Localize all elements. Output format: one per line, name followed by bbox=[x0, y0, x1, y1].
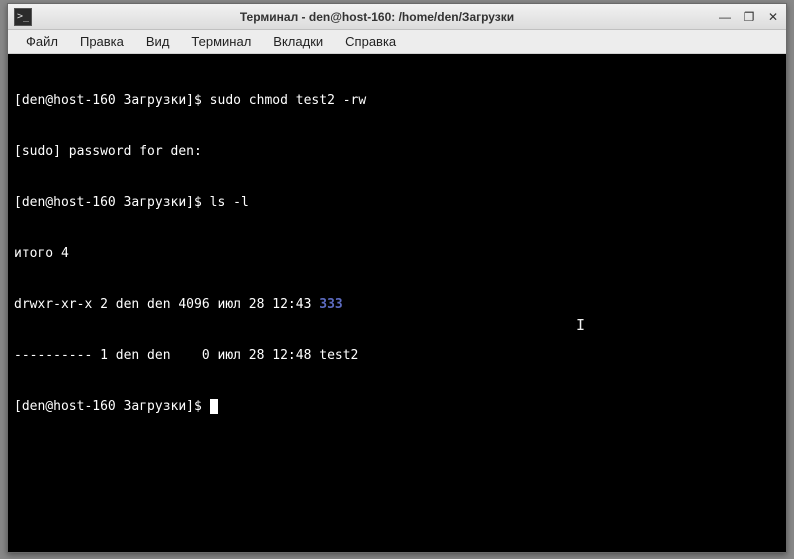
titlebar[interactable]: >_ Терминал - den@host-160: /home/den/За… bbox=[8, 4, 786, 30]
terminal-line: drwxr-xr-x 2 den den 4096 июл 28 12:43 3… bbox=[14, 296, 780, 313]
window-controls: — ❐ ✕ bbox=[718, 10, 780, 24]
menu-terminal[interactable]: Терминал bbox=[181, 32, 261, 51]
terminal-line: итого 4 bbox=[14, 245, 780, 262]
prompt: [den@host-160 Загрузки]$ bbox=[14, 399, 210, 414]
directory-link: 333 bbox=[319, 297, 342, 312]
output-text: drwxr-xr-x 2 den den 4096 июл 28 12:43 bbox=[14, 297, 319, 312]
terminal-icon-glyph: >_ bbox=[17, 12, 29, 22]
terminal-line: [den@host-160 Загрузки]$ bbox=[14, 398, 780, 415]
terminal-area[interactable]: [den@host-160 Загрузки]$ sudo chmod test… bbox=[8, 54, 786, 552]
terminal-window: >_ Терминал - den@host-160: /home/den/За… bbox=[7, 3, 787, 553]
output-text: итого 4 bbox=[14, 246, 69, 261]
command-text: ls -l bbox=[210, 195, 249, 210]
command-text: sudo chmod test2 -rw bbox=[210, 93, 367, 108]
menu-help[interactable]: Справка bbox=[335, 32, 406, 51]
terminal-line: [sudo] password for den: bbox=[14, 143, 780, 160]
terminal-line: ---------- 1 den den 0 июл 28 12:48 test… bbox=[14, 347, 780, 364]
menu-tabs[interactable]: Вкладки bbox=[263, 32, 333, 51]
menubar: Файл Правка Вид Терминал Вкладки Справка bbox=[8, 30, 786, 54]
terminal-line: [den@host-160 Загрузки]$ sudo chmod test… bbox=[14, 92, 780, 109]
output-text: [sudo] password for den: bbox=[14, 144, 210, 159]
menu-view[interactable]: Вид bbox=[136, 32, 180, 51]
window-title: Терминал - den@host-160: /home/den/Загру… bbox=[36, 10, 718, 24]
prompt: [den@host-160 Загрузки]$ bbox=[14, 93, 210, 108]
terminal-cursor bbox=[210, 399, 218, 414]
terminal-line: [den@host-160 Загрузки]$ ls -l bbox=[14, 194, 780, 211]
menu-file[interactable]: Файл bbox=[16, 32, 68, 51]
menu-edit[interactable]: Правка bbox=[70, 32, 134, 51]
minimize-button[interactable]: — bbox=[718, 10, 732, 24]
maximize-button[interactable]: ❐ bbox=[742, 10, 756, 24]
output-text: ---------- 1 den den 0 июл 28 12:48 test… bbox=[14, 348, 358, 363]
terminal-icon: >_ bbox=[14, 8, 32, 26]
mouse-text-cursor-icon: I bbox=[576, 317, 578, 334]
close-button[interactable]: ✕ bbox=[766, 10, 780, 24]
prompt: [den@host-160 Загрузки]$ bbox=[14, 195, 210, 210]
